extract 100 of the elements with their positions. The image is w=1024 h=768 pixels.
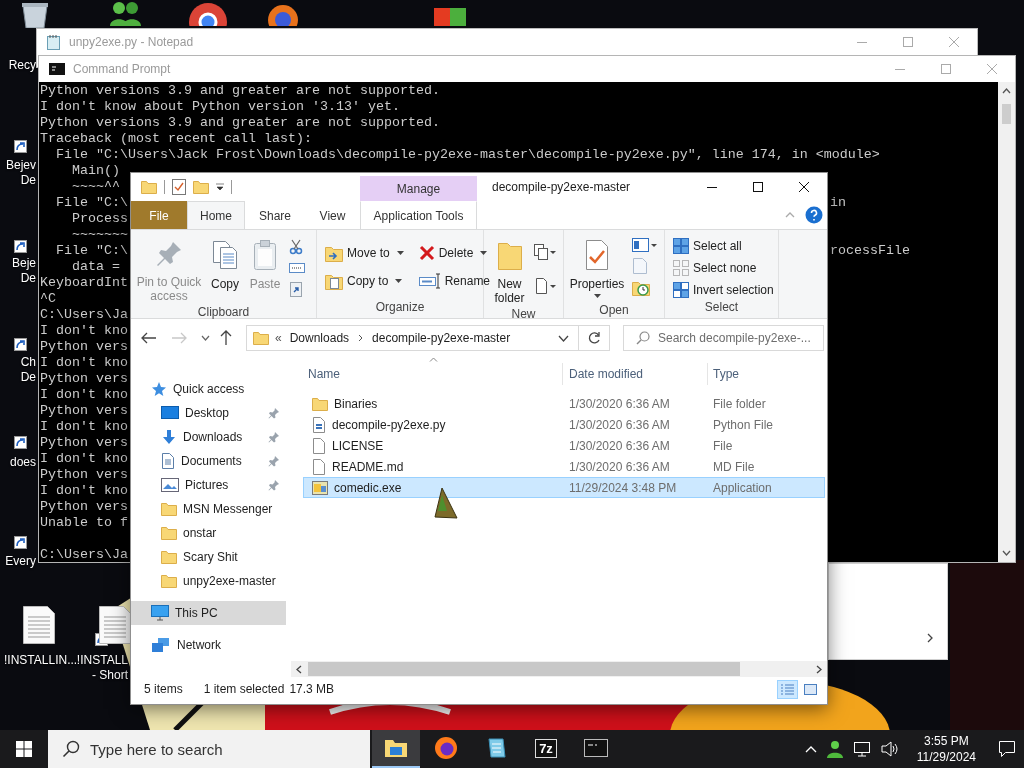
address-overflow[interactable]: « [275,331,282,345]
clock-date[interactable]: 11/29/2024 [916,749,976,765]
notepad-icon [485,737,507,759]
checklist-icon[interactable] [172,179,186,195]
horizontal-scrollbar[interactable] [291,661,827,677]
icon-label[interactable]: Ch De [20,355,36,385]
icon-label[interactable]: !INSTALLIN... [4,653,78,668]
dropdown-icon[interactable] [216,183,224,191]
nav-item[interactable]: Downloads [131,425,286,449]
nav-item[interactable]: This PC [131,601,286,625]
ribbon-button[interactable]: Rename [416,271,493,291]
chevron-down-icon[interactable] [558,334,569,342]
search-field[interactable]: Search decompile-py2exe-... [623,325,824,351]
file-name: LICENSE [332,438,384,453]
chevron-down-icon[interactable] [201,335,210,341]
console-line: I don't kno [40,355,128,371]
icon-label[interactable]: !INSTALL - Short [76,653,128,683]
console-line: Python vers [40,403,128,419]
console-line: ~~~~~~~ [71,227,128,243]
breadcrumb[interactable]: Downloads [289,331,350,345]
picture-icon [161,478,179,492]
properties-icon [584,239,610,271]
nav-item[interactable]: Documents [131,449,286,473]
volume-icon[interactable] [880,741,899,757]
scissors-icon[interactable] [289,238,303,255]
icon-label[interactable]: does [9,455,36,470]
breadcrumb[interactable]: decompile-py2exe-master [372,331,511,345]
taskbar-button[interactable]: 7z [522,730,570,768]
ribbon-button[interactable]: Properties [566,233,628,303]
nav-item[interactable]: Network [131,633,286,657]
column-header[interactable]: Date modified [563,363,708,385]
console-line: I don't know about Python version '3.13' yet. [40,99,400,115]
help-icon[interactable] [805,206,823,224]
column-header[interactable]: Type [708,363,739,385]
chevron-right-icon[interactable] [358,334,364,342]
console-icon [584,739,608,757]
person-icon[interactable] [826,740,843,758]
network-icon[interactable] [852,741,871,757]
nav-item[interactable]: unpy2exe-master [131,569,286,593]
ribbon-button[interactable]: Move to [323,243,409,263]
ribbon-button[interactable]: Copy [205,233,245,305]
folder-icon [141,180,157,194]
console-line: Process [71,211,128,227]
window-panes-icon [16,741,32,757]
ribbon-tab[interactable]: Share [245,201,305,229]
date-cell-text: 1/30/2020 6:36 AM [568,459,671,474]
close-icon [799,182,809,192]
scroll-thumb[interactable] [308,662,740,676]
ribbon-button[interactable]: New folder [490,233,529,307]
document-icon [22,605,56,645]
file-row[interactable]: LICENSE 1/30/2020 6:36 AM File [303,435,825,456]
folder-icon [253,331,269,345]
cursor-icon [433,487,459,521]
text-box-icon[interactable] [289,262,305,274]
scroll-thumb[interactable] [1002,104,1011,124]
ribbon-tab[interactable]: Home [187,201,245,229]
chevron-right-icon [927,633,933,643]
window-icon[interactable] [632,237,658,253]
search-field[interactable]: Type here to search [48,730,370,768]
nav-item[interactable]: MSN Messenger [131,497,286,521]
back-arrow-icon[interactable] [141,332,157,344]
file-row[interactable]: README.md 1/30/2020 6:36 AM MD File [303,456,825,477]
file-menu-button[interactable]: File [131,201,187,229]
nav-item[interactable]: Quick access [131,377,286,401]
chevron-up-icon[interactable] [804,745,817,753]
refresh-icon[interactable] [587,331,601,345]
nav-item[interactable]: Scary Shit [131,545,286,569]
ribbon-button[interactable]: Invert selection [671,281,776,299]
folder-icon [312,396,328,411]
file-row[interactable]: Binaries 1/30/2020 6:36 AM File folder [303,393,825,414]
notification-icon[interactable] [998,740,1016,758]
ribbon-button[interactable]: Delete [416,243,493,263]
ribbon-button[interactable]: Copy to [323,271,409,291]
file-row[interactable]: comedic.exe 11/29/2024 3:48 PM Application [303,477,825,498]
shortcut-clipboard-icon[interactable] [289,281,303,298]
icon-label[interactable]: Every [5,554,36,569]
column-header[interactable]: Name [291,363,563,385]
ribbon-tab[interactable]: View [305,201,360,229]
taskbar-button[interactable] [372,730,420,768]
up-arrow-icon[interactable] [220,330,232,346]
close-icon [987,64,997,74]
details-view-icon [779,681,796,697]
icon-label[interactable]: Recy [8,58,36,73]
icon-label[interactable]: Bejev De [5,158,36,188]
file-row[interactable]: decompile-py2exe.py 1/30/2020 6:36 AM Python File [303,414,825,435]
clock-time[interactable]: 3:55 PM [924,733,969,749]
group-label: Organize [374,300,426,316]
page-icon[interactable] [533,277,557,295]
vertical-scrollbar[interactable] [998,82,1015,562]
console-line: File "C:\Users\Jack Frost\Downloads\decompile-py2exe-master\decompile-py2exe.py", line 174, in <module> [55,147,880,163]
ribbon-button[interactable]: Select none [671,259,776,277]
nav-item[interactable]: Pictures [131,473,286,497]
console-line: ~~~~^^ [71,179,120,195]
history-icon[interactable] [632,279,650,297]
nav-item[interactable]: onstar [131,521,286,545]
stacked-pages-icon[interactable] [533,243,557,261]
nav-item[interactable]: Desktop [131,401,286,425]
ribbon-button[interactable]: Select all [671,237,776,255]
address-bar[interactable]: « Downloads decompile-py2exe-master [246,325,610,351]
icon-label[interactable]: Beje De [11,256,36,286]
